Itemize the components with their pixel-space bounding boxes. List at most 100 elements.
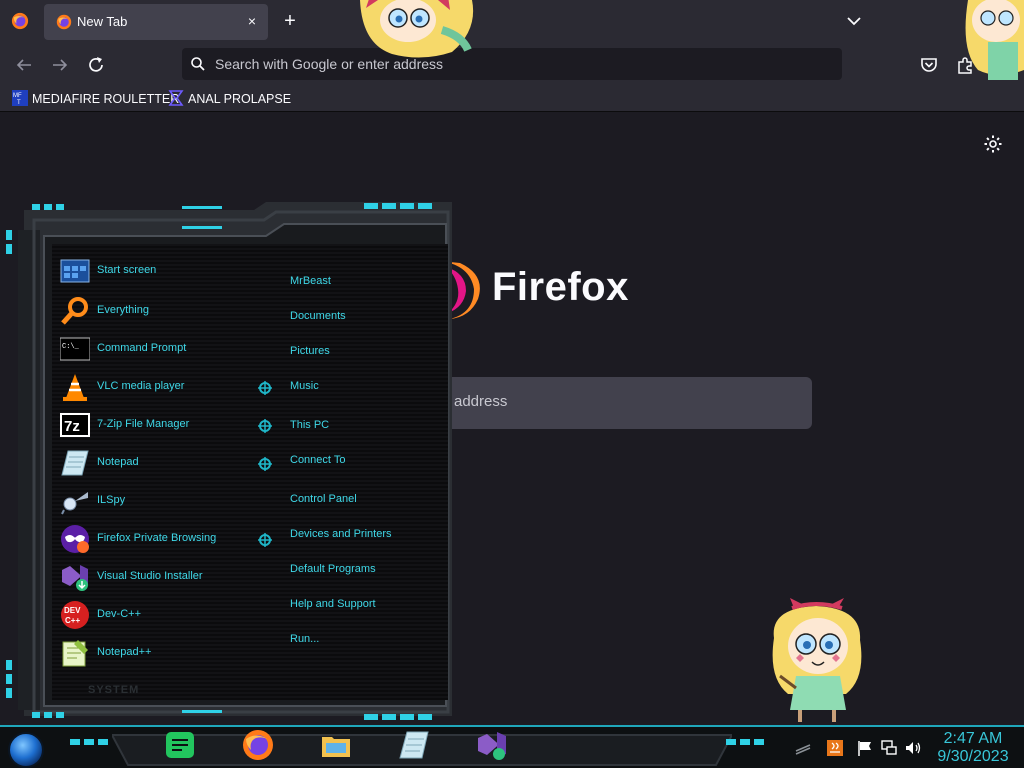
clock-time: 2:47 AM (943, 730, 1003, 747)
taskbar: 2:47 AM 9/30/2023 (0, 725, 1024, 768)
file-explorer-icon[interactable] (320, 729, 352, 761)
chevron-down-icon[interactable] (843, 10, 865, 32)
desktop: New Tab × + Search with Google or enter … (0, 0, 1024, 768)
bookmarks-toolbar: MF T MEDIAFIRE ROULETTER ANAL PROLAPSE (0, 86, 1024, 112)
place-mrbeast[interactable]: MrBeast (290, 275, 331, 287)
taskbar-decoration (70, 739, 108, 745)
program-label: Start screen (97, 264, 157, 276)
tab-new-tab[interactable]: New Tab × (44, 4, 268, 40)
place-help-support[interactable]: Help and Support (290, 598, 376, 610)
place-control-panel[interactable]: Control Panel (290, 493, 357, 505)
taskbar-clock[interactable]: 2:47 AM 9/30/2023 (930, 730, 1016, 766)
back-arrow-icon[interactable] (13, 54, 35, 76)
start-screen-icon (60, 259, 90, 283)
program-label: ILSpy (97, 494, 126, 506)
program-label: Everything (97, 304, 149, 316)
firefox-wordmark: Firefox (492, 265, 629, 309)
start-orb-button[interactable] (8, 732, 44, 768)
bookmark-label: MEDIAFIRE ROULETTER (32, 92, 180, 106)
place-connect-to[interactable]: Connect To (290, 454, 345, 466)
command-prompt-icon: C:\_ (60, 337, 90, 361)
pin-icon[interactable] (258, 457, 272, 471)
program-label: Visual Studio Installer (97, 570, 203, 582)
search-icon (191, 57, 205, 71)
volume-icon[interactable] (904, 739, 922, 757)
bookmark-sigma[interactable]: ANAL PROLAPSE (168, 90, 291, 108)
vlc-cone-icon (63, 374, 87, 401)
firefox-brand: Firefox (440, 253, 640, 323)
notepad-icon[interactable] (398, 729, 430, 761)
reload-icon[interactable] (85, 54, 107, 76)
place-this-pc[interactable]: This PC (290, 419, 329, 431)
url-bar[interactable]: Search with Google or enter address (182, 48, 842, 80)
vs-installer-icon (62, 565, 88, 591)
action-center-flag-icon[interactable] (856, 739, 874, 757)
nav-bar: Search with Google or enter address (0, 44, 1024, 86)
pin-icon[interactable] (258, 381, 272, 395)
svg-text:T: T (17, 100, 21, 106)
tab-strip: New Tab × + (0, 0, 1024, 44)
start-item-vlc[interactable]: VLC media player (60, 370, 260, 406)
mascot-sticker-top (360, 0, 474, 58)
mediafire-icon: MF T (12, 90, 28, 106)
pin-icon[interactable] (258, 533, 272, 547)
place-devices-printers[interactable]: Devices and Printers (290, 528, 392, 540)
bookmark-mediafire[interactable]: MF T MEDIAFIRE ROULETTER (12, 90, 179, 108)
vs-installer-icon[interactable] (476, 729, 508, 761)
program-label: Dev-C++ (97, 608, 142, 620)
program-label: 7-Zip File Manager (97, 418, 190, 430)
place-documents[interactable]: Documents (290, 310, 346, 322)
start-item-ilspy[interactable]: ILSpy (60, 484, 260, 520)
program-label: Command Prompt (97, 342, 187, 354)
firefox-icon[interactable] (242, 729, 274, 761)
svg-text:C:\_: C:\_ (62, 343, 80, 351)
start-item-command-prompt[interactable]: C:\_ Command Prompt (60, 332, 260, 368)
devcpp-icon: DEV C++ (61, 601, 89, 629)
private-browsing-icon (61, 525, 89, 553)
start-item-everything[interactable]: Everything (60, 294, 260, 330)
magnifier-icon (61, 297, 88, 325)
start-item-notepadpp[interactable]: Notepad++ (60, 636, 260, 672)
start-menu-panel: Start screen Everything C:\_ Command Pro… (52, 244, 448, 700)
program-label: Notepad++ (97, 646, 152, 658)
place-pictures[interactable]: Pictures (290, 345, 330, 357)
start-item-notepad[interactable]: Notepad (60, 446, 260, 482)
start-item-vs-installer[interactable]: Visual Studio Installer (60, 560, 260, 596)
program-label: Notepad (97, 456, 139, 468)
start-item-devcpp[interactable]: DEV C++ Dev-C++ (60, 598, 260, 634)
start-item-firefox-private[interactable]: Firefox Private Browsing (60, 522, 260, 558)
java-update-icon[interactable] (826, 739, 844, 757)
show-hidden-icons-icon[interactable] (794, 739, 812, 757)
place-default-programs[interactable]: Default Programs (290, 563, 376, 575)
mascot-sticker-bottom (772, 598, 862, 722)
notepadpp-icon (62, 640, 88, 667)
system-label: SYSTEM (88, 684, 140, 696)
pin-icon[interactable] (258, 419, 272, 433)
firefox-menu-icon[interactable] (11, 12, 29, 30)
clock-date: 9/30/2023 (937, 748, 1009, 765)
new-tab-button[interactable]: + (278, 10, 302, 34)
program-label: VLC media player (97, 380, 185, 392)
close-tab-icon[interactable]: × (244, 13, 260, 29)
place-music[interactable]: Music (290, 380, 319, 392)
sigma-bookmark-icon (168, 90, 184, 106)
start-item-start-screen[interactable]: Start screen (60, 254, 260, 290)
svg-text:7z: 7z (64, 418, 80, 435)
tab-title: New Tab (77, 14, 128, 29)
svg-text:MF: MF (13, 93, 22, 99)
network-icon[interactable] (880, 739, 898, 757)
start-item-7zip[interactable]: 7z 7-Zip File Manager (60, 408, 260, 444)
firefox-favicon-icon (56, 14, 72, 30)
forward-arrow-icon[interactable] (49, 54, 71, 76)
start-menu: Start screen Everything C:\_ Command Pro… (4, 200, 456, 722)
7zip-icon: 7z (60, 413, 90, 437)
notes-app-icon[interactable] (164, 729, 196, 761)
newtab-search-field[interactable]: address (440, 377, 812, 429)
mascot-sticker-corner (965, 0, 1024, 80)
place-run[interactable]: Run... (290, 633, 319, 645)
taskbar-decoration (726, 739, 764, 745)
pocket-icon[interactable] (918, 54, 940, 76)
notepad-icon (61, 450, 89, 476)
svg-text:C++: C++ (65, 616, 80, 625)
gear-icon[interactable] (983, 134, 1003, 154)
